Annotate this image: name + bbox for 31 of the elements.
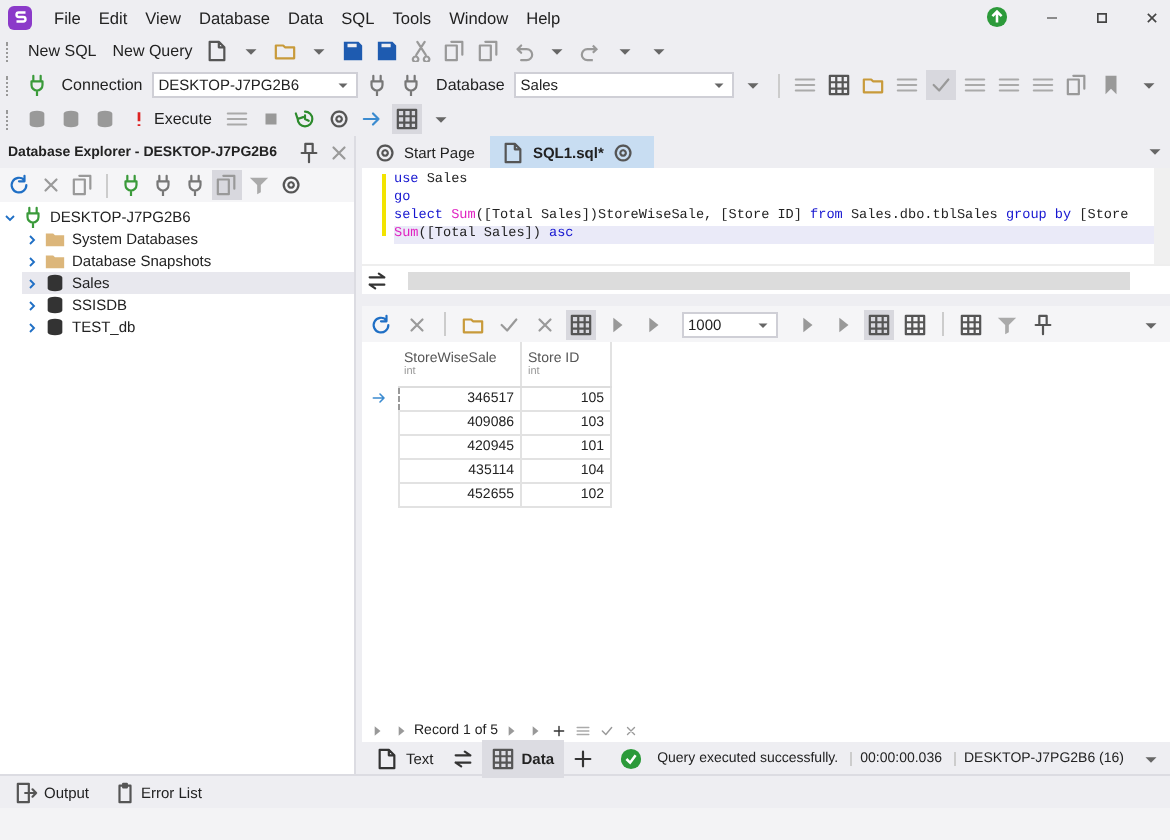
new-sql-button[interactable]: New SQL (22, 40, 103, 62)
app-logo-icon (8, 5, 32, 29)
table-icon[interactable] (864, 309, 894, 339)
output-icon (12, 777, 42, 807)
sql-format-icon[interactable] (926, 70, 956, 100)
menu-item[interactable]: Help (518, 7, 569, 27)
connection-label: Connection (61, 76, 143, 94)
menu-item[interactable]: Edit (90, 7, 136, 27)
menu-item[interactable]: Database (191, 7, 279, 27)
execute-button[interactable]: Execute (124, 108, 218, 130)
table-icon[interactable] (824, 70, 854, 100)
clipboard-icon[interactable] (212, 170, 242, 200)
menu-item[interactable]: SQL (333, 7, 383, 27)
change-marker (382, 174, 386, 236)
chevron-down-icon[interactable] (2, 209, 18, 225)
success-icon (615, 743, 646, 773)
folder-icon (42, 228, 70, 250)
update-icon[interactable] (982, 2, 1012, 32)
menu-item[interactable]: View (137, 7, 190, 27)
menu-item[interactable]: Data (280, 7, 332, 27)
database-label: Database (436, 76, 505, 94)
menu-item[interactable]: File (46, 7, 89, 27)
grid-icon[interactable] (566, 309, 596, 339)
maximize-icon[interactable] (1092, 7, 1112, 27)
grid-icon (487, 743, 518, 773)
horizontal-scrollbar[interactable] (408, 271, 1130, 289)
close-icon[interactable] (1142, 7, 1162, 27)
menu-item[interactable]: Tools (384, 7, 440, 27)
menu-item[interactable]: Window (441, 7, 517, 27)
new-query-button[interactable]: New Query (106, 40, 199, 62)
row-indicator-icon (371, 389, 388, 405)
